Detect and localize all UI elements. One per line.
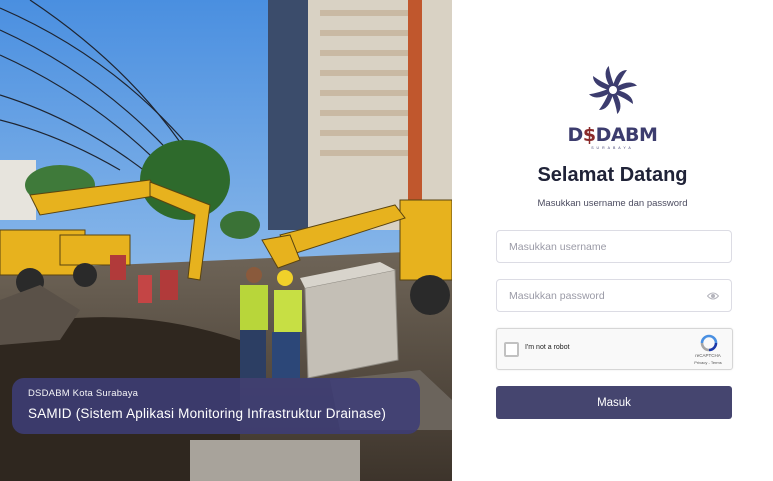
recaptcha-icon xyxy=(700,334,718,352)
username-field-wrapper xyxy=(496,230,732,263)
password-field-wrapper xyxy=(496,279,732,312)
login-panel: D$DABM SURABAYA Selamat Datang Masukkan … xyxy=(452,0,773,481)
caption-subtitle: DSDABM Kota Surabaya xyxy=(28,388,139,399)
logo-wordmark-dollar: $ xyxy=(582,124,596,146)
logo-wordmark-left: D xyxy=(567,124,584,146)
logo-wordmark-sub: SURABAYA xyxy=(591,146,634,150)
username-input[interactable] xyxy=(497,231,731,262)
recaptcha-links[interactable]: Privacy - Terms xyxy=(691,360,725,365)
caption-title: SAMID (Sistem Aplikasi Monitoring Infras… xyxy=(28,406,387,421)
logo-wordmark: D$DABM xyxy=(452,124,773,146)
welcome-title: Selamat Datang xyxy=(537,164,688,186)
login-submit-button[interactable]: Masuk xyxy=(496,386,732,419)
recaptcha-widget: I'm not a robot reCAPTCHA Privacy - Term… xyxy=(496,328,733,370)
recaptcha-brand: reCAPTCHA xyxy=(695,353,721,358)
hero-caption: DSDABM Kota Surabaya SAMID (Sistem Aplik… xyxy=(12,378,420,434)
login-instruction: Masukkan username dan password xyxy=(537,198,688,209)
pinwheel-logo-icon xyxy=(589,66,637,114)
logo-wordmark-right: DABM xyxy=(595,124,658,146)
eye-icon[interactable] xyxy=(707,291,719,301)
password-input[interactable] xyxy=(497,280,731,311)
recaptcha-checkbox[interactable] xyxy=(504,342,519,357)
hero-photo: DSDABM Kota Surabaya SAMID (Sistem Aplik… xyxy=(0,0,452,481)
recaptcha-label: I'm not a robot xyxy=(525,344,570,351)
